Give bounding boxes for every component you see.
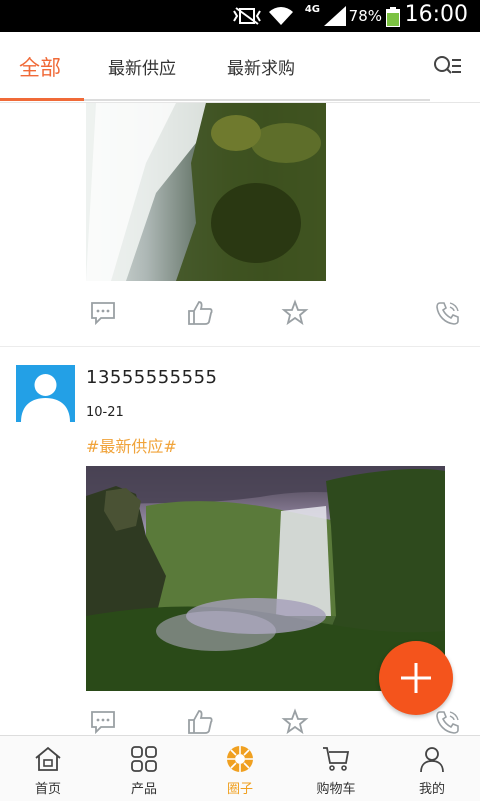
active-tab-indicator xyxy=(0,98,84,101)
nav-cart[interactable]: 购物车 xyxy=(288,736,384,801)
status-time: 16:00 xyxy=(404,2,468,27)
tab-rail xyxy=(84,99,430,101)
post-image-waterfall-closeup[interactable] xyxy=(86,103,326,281)
cart-icon xyxy=(323,747,350,771)
network-type: 4G xyxy=(304,4,320,15)
post-divider xyxy=(0,346,480,347)
nav-label: 我的 xyxy=(418,782,445,797)
wifi-icon xyxy=(269,7,293,25)
favorite-star-icon[interactable] xyxy=(281,299,309,327)
battery-icon xyxy=(386,7,400,27)
nav-label: 购物车 xyxy=(316,782,356,797)
nav-label: 圈子 xyxy=(226,782,253,797)
favorite-star-icon[interactable] xyxy=(281,708,309,735)
post-username[interactable]: 13555555555 xyxy=(86,367,217,388)
status-bar: 4G 78% 16:00 xyxy=(0,0,480,32)
search-filter-icon[interactable] xyxy=(432,54,462,78)
bottom-nav: 首页 产品 圈子 购物车 我的 xyxy=(0,735,480,801)
person-icon xyxy=(420,747,444,773)
avatar[interactable] xyxy=(16,365,75,422)
signal-icon xyxy=(324,6,346,26)
phone-call-icon[interactable] xyxy=(434,299,462,327)
nav-products[interactable]: 产品 xyxy=(96,736,192,801)
nav-label: 首页 xyxy=(34,782,61,797)
like-icon[interactable] xyxy=(186,708,214,735)
nav-circle[interactable]: 圈子 xyxy=(192,736,288,801)
battery-percent: 78% xyxy=(348,7,382,25)
aperture-icon xyxy=(227,746,253,772)
add-post-button[interactable] xyxy=(379,641,453,715)
vibrate-mute-icon xyxy=(233,7,261,25)
comment-icon[interactable] xyxy=(89,299,117,327)
comment-icon[interactable] xyxy=(89,708,117,735)
grid-icon xyxy=(131,746,157,772)
tab-latest-purchase[interactable]: 最新求购 xyxy=(227,54,295,79)
plus-icon xyxy=(401,663,431,693)
home-icon xyxy=(35,746,61,771)
tab-latest-supply[interactable]: 最新供应 xyxy=(108,54,176,79)
like-icon[interactable] xyxy=(186,299,214,327)
tab-all[interactable]: 全部 xyxy=(19,52,61,82)
post-topic-tag[interactable]: #最新供应# xyxy=(86,433,177,457)
nav-home[interactable]: 首页 xyxy=(0,736,96,801)
nav-label: 产品 xyxy=(130,782,157,797)
post-date: 10-21 xyxy=(86,405,124,420)
nav-mine[interactable]: 我的 xyxy=(384,736,480,801)
filter-tab-bar: 全部 最新供应 最新求购 xyxy=(0,32,480,103)
